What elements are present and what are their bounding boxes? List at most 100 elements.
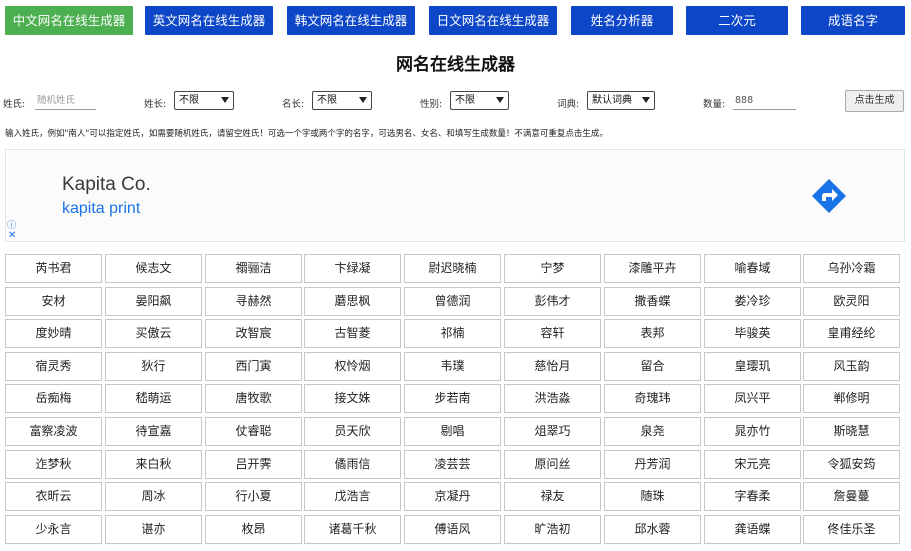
name-cell[interactable]: 字春柔 [704, 482, 801, 511]
name-cell[interactable]: 奇瑰玮 [604, 384, 701, 413]
ad-title[interactable]: Kapita Co. [62, 174, 151, 196]
name-cell[interactable]: 随珠 [604, 482, 701, 511]
name-cell[interactable]: 风玉韵 [803, 352, 900, 381]
name-cell[interactable]: 谌亦 [105, 515, 202, 544]
name-cell[interactable]: 买傲云 [105, 319, 202, 348]
name-cell[interactable]: 曾德润 [404, 287, 501, 316]
name-cell[interactable]: 行小夏 [205, 482, 302, 511]
name-cell[interactable]: 衣昕云 [5, 482, 102, 511]
name-cell[interactable]: 蘑思枫 [304, 287, 401, 316]
name-cell[interactable]: 禤骊洁 [205, 254, 302, 283]
name-cell[interactable]: 唐牧歌 [205, 384, 302, 413]
name-cell[interactable]: 待宣嘉 [105, 417, 202, 446]
name-cell[interactable]: 寻赫然 [205, 287, 302, 316]
ad-close-icon[interactable]: ✕ [8, 230, 16, 241]
name-cell[interactable]: 少永言 [5, 515, 102, 544]
name-cell[interactable]: 令狐安筠 [803, 450, 900, 479]
name-cell[interactable]: 卞绿凝 [304, 254, 401, 283]
nav-tab-7[interactable]: 成语名字 [801, 6, 905, 35]
ad-subtitle[interactable]: kapita print [62, 200, 140, 218]
name-cell[interactable]: 留合 [604, 352, 701, 381]
name-cell[interactable]: 周冰 [105, 482, 202, 511]
ad-go-arrow-icon[interactable] [812, 179, 846, 213]
name-cell[interactable]: 喻春域 [704, 254, 801, 283]
name-cell[interactable]: 富察凌波 [5, 417, 102, 446]
name-cell[interactable]: 安材 [5, 287, 102, 316]
name-cell[interactable]: 戊浩言 [304, 482, 401, 511]
name-cell[interactable]: 欧灵阳 [803, 287, 900, 316]
name-cell[interactable]: 权怜烟 [304, 352, 401, 381]
name-cell[interactable]: 祁楠 [404, 319, 501, 348]
name-cell[interactable]: 迮梦秋 [5, 450, 102, 479]
name-cell[interactable]: 皇甫经纶 [803, 319, 900, 348]
name-cell[interactable]: 容轩 [504, 319, 601, 348]
name-cell[interactable]: 俎翠巧 [504, 417, 601, 446]
name-cell[interactable]: 漆雕平卉 [604, 254, 701, 283]
name-cell[interactable]: 狄行 [105, 352, 202, 381]
name-cell[interactable]: 慈怡月 [504, 352, 601, 381]
name-cell[interactable]: 尉迟晓楠 [404, 254, 501, 283]
name-cell[interactable]: 邱水蓉 [604, 515, 701, 544]
surname-length-select[interactable]: 不限 [174, 91, 234, 110]
name-cell[interactable]: 佟佳乐圣 [803, 515, 900, 544]
name-cell[interactable]: 毕骏英 [704, 319, 801, 348]
nav-tab-2[interactable]: 英文网名在线生成器 [145, 6, 273, 35]
gender-select[interactable]: 不限 [450, 91, 509, 110]
name-cell[interactable]: 步若南 [404, 384, 501, 413]
name-cell[interactable]: 改智宸 [205, 319, 302, 348]
name-cell[interactable]: 岳痴梅 [5, 384, 102, 413]
name-cell[interactable]: 候志文 [105, 254, 202, 283]
generate-button[interactable]: 点击生成 [845, 90, 904, 112]
name-cell[interactable]: 彭伟才 [504, 287, 601, 316]
name-cell[interactable]: 诸葛千秋 [304, 515, 401, 544]
name-cell[interactable]: 度妙晴 [5, 319, 102, 348]
name-length-select[interactable]: 不限 [312, 91, 372, 110]
name-cell[interactable]: 凤兴平 [704, 384, 801, 413]
name-cell[interactable]: 接文姝 [304, 384, 401, 413]
name-cell[interactable]: 宿灵秀 [5, 352, 102, 381]
nav-tab-5[interactable]: 姓名分析器 [571, 6, 673, 35]
name-cell[interactable]: 韦璞 [404, 352, 501, 381]
nav-tab-4[interactable]: 日文网名在线生成器 [429, 6, 557, 35]
name-cell[interactable]: 宁梦 [504, 254, 601, 283]
surname-input[interactable]: 随机姓氏 [35, 93, 96, 110]
name-cell[interactable]: 员天欣 [304, 417, 401, 446]
name-cell[interactable]: 西门寅 [205, 352, 302, 381]
name-cell[interactable]: 丹芳润 [604, 450, 701, 479]
name-cell[interactable]: 禄友 [504, 482, 601, 511]
name-cell[interactable]: 詹曼蔓 [803, 482, 900, 511]
name-cell[interactable]: 皇璎玑 [704, 352, 801, 381]
nav-tab-3[interactable]: 韩文网名在线生成器 [287, 6, 415, 35]
name-cell[interactable]: 古智菱 [304, 319, 401, 348]
name-cell[interactable]: 撒香蝶 [604, 287, 701, 316]
name-cell[interactable]: 僪雨信 [304, 450, 401, 479]
name-cell[interactable]: 郸修明 [803, 384, 900, 413]
name-cell[interactable]: 乌孙冷霜 [803, 254, 900, 283]
name-cell[interactable]: 原问丝 [504, 450, 601, 479]
name-cell[interactable]: 枚昂 [205, 515, 302, 544]
nav-tab-6[interactable]: 二次元 [686, 6, 788, 35]
dictionary-select[interactable]: 默认词典 [587, 91, 655, 110]
name-cell[interactable]: 晁亦竹 [704, 417, 801, 446]
name-cell[interactable]: 晏阳飙 [105, 287, 202, 316]
name-cell[interactable]: 娄冷珍 [704, 287, 801, 316]
ad-banner[interactable]: Kapita Co. kapita print ⓘ ✕ [5, 149, 905, 242]
count-input[interactable]: 888 [733, 93, 796, 110]
name-cell[interactable]: 来白秋 [105, 450, 202, 479]
name-cell[interactable]: 洪浩淼 [504, 384, 601, 413]
name-cell[interactable]: 傅语风 [404, 515, 501, 544]
name-cell[interactable]: 龚语蝶 [704, 515, 801, 544]
name-cell[interactable]: 仗睿聪 [205, 417, 302, 446]
name-cell[interactable]: 宋元亮 [704, 450, 801, 479]
name-cell[interactable]: 泉尧 [604, 417, 701, 446]
name-cell[interactable]: 表邦 [604, 319, 701, 348]
name-cell[interactable]: 斯晓慧 [803, 417, 900, 446]
nav-tab-1[interactable]: 中文网名在线生成器 [5, 6, 133, 35]
name-cell[interactable]: 芮书君 [5, 254, 102, 283]
name-cell[interactable]: 吕开霁 [205, 450, 302, 479]
name-cell[interactable]: 嵇萌运 [105, 384, 202, 413]
name-cell[interactable]: 京凝丹 [404, 482, 501, 511]
name-cell[interactable]: 旷浩初 [504, 515, 601, 544]
name-cell[interactable]: 剔唱 [404, 417, 501, 446]
name-cell[interactable]: 凌芸芸 [404, 450, 501, 479]
